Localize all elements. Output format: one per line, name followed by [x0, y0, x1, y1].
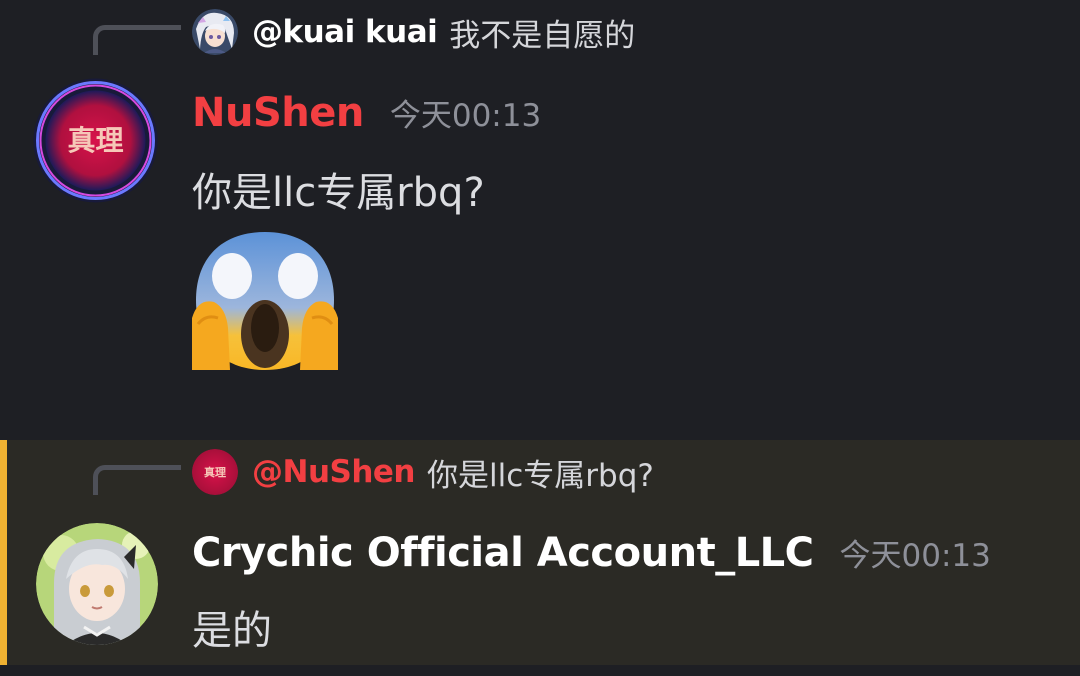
reply-text[interactable]: 我不是自愿的 [449, 10, 635, 55]
reply-preview[interactable]: 真理 @NuShen 你是llc专属rbq? [192, 448, 654, 496]
message-crychic[interactable]: 真理 @NuShen 你是llc专属rbq? Crychic Official … [0, 440, 1080, 665]
chat-view: @kuai kuai 我不是自愿的 真理 NuShen 今天00:13 你是ll… [0, 0, 1080, 676]
reply-connector [93, 25, 181, 55]
face-screaming-in-fear-emoji [192, 228, 338, 374]
kuai-kuai-avatar-icon [192, 9, 238, 55]
message-content: 你是llc专属rbq? [192, 170, 485, 216]
timestamp[interactable]: 今天00:13 [840, 530, 991, 575]
nushen-avatar-icon[interactable]: 真理 [33, 78, 158, 203]
reply-preview[interactable]: @kuai kuai 我不是自愿的 [192, 8, 635, 56]
nushen-avatar-icon: 真理 [192, 449, 238, 495]
message-nushen[interactable]: @kuai kuai 我不是自愿的 真理 NuShen 今天00:13 你是ll… [0, 0, 1080, 440]
message-content: 是的 [192, 608, 272, 654]
reply-connector [93, 465, 181, 495]
svg-text:真理: 真理 [67, 124, 123, 157]
svg-text:真理: 真理 [204, 465, 226, 479]
message-header: Crychic Official Account_LLC 今天00:13 [192, 530, 991, 576]
crychic-avatar-icon[interactable] [36, 523, 158, 645]
timestamp[interactable]: 今天00:13 [390, 90, 541, 135]
username[interactable]: NuShen [192, 90, 364, 136]
mention-highlight-bar [0, 440, 7, 665]
reply-text[interactable]: 你是llc专属rbq? [427, 450, 654, 495]
reply-author[interactable]: @NuShen [252, 454, 416, 490]
message-header: NuShen 今天00:13 [192, 90, 541, 136]
reply-author[interactable]: @kuai kuai [252, 14, 438, 50]
username[interactable]: Crychic Official Account_LLC [192, 530, 814, 576]
